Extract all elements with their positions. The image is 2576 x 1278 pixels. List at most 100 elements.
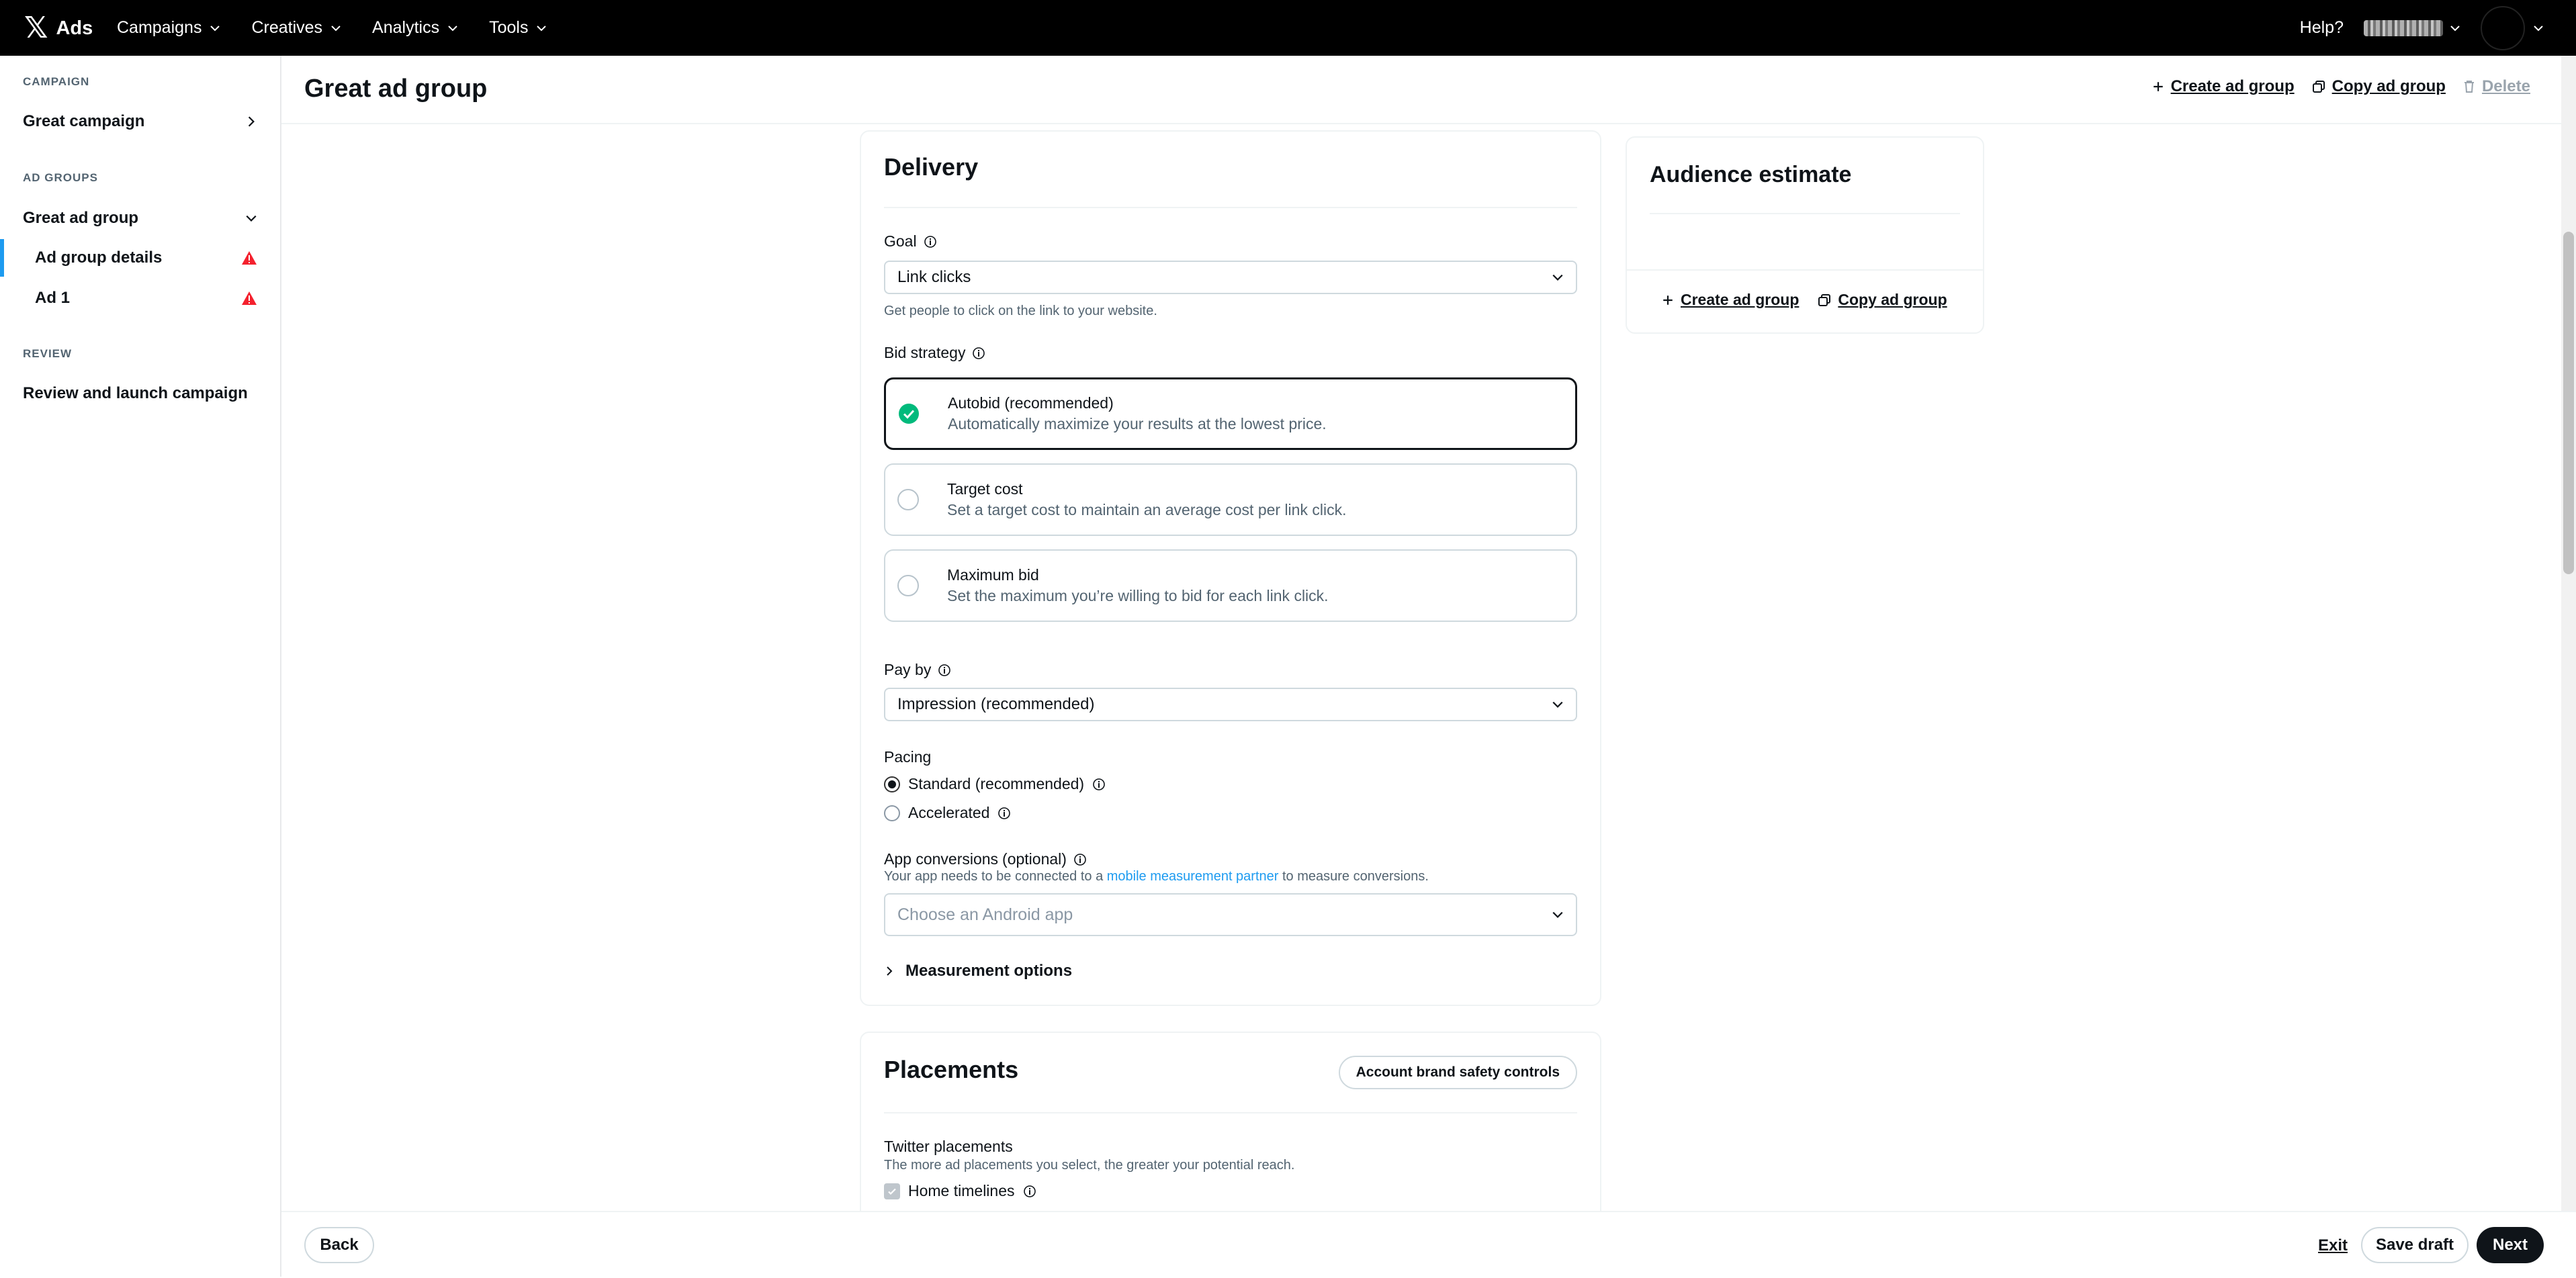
exit-link[interactable]: Exit xyxy=(2318,1236,2348,1255)
bid-option-desc: Set a target cost to maintain an average… xyxy=(947,501,1347,518)
copy-ad-group-button[interactable]: Copy ad group xyxy=(1818,291,1947,309)
goal-label-text: Goal xyxy=(884,232,917,250)
bid-strategy-label-text: Bid strategy xyxy=(884,344,966,361)
delete-label: Delete xyxy=(2481,77,2530,95)
home-timelines-checkbox[interactable]: Home timelines xyxy=(884,1182,1036,1200)
warning-icon xyxy=(242,251,257,265)
bid-option-autobid[interactable]: Autobid (recommended) Automatically maxi… xyxy=(884,377,1577,450)
info-icon[interactable] xyxy=(924,235,937,248)
pacing-label-text: Pacing xyxy=(884,748,932,766)
create-ad-group-button[interactable]: Create ad group xyxy=(1662,291,1799,309)
sidebar-item-campaign[interactable]: Great campaign xyxy=(0,103,280,140)
measurement-options-toggle[interactable]: Measurement options xyxy=(884,962,1072,980)
chevron-down-icon xyxy=(2450,25,2460,31)
account-switcher[interactable] xyxy=(2364,19,2460,36)
chevron-right-icon xyxy=(887,966,893,976)
nav-creatives[interactable]: Creatives xyxy=(251,18,341,38)
back-button[interactable]: Back xyxy=(304,1227,374,1263)
check-icon xyxy=(888,1188,896,1195)
sidebar-item-review-launch[interactable]: Review and launch campaign xyxy=(0,375,280,412)
pacing-accelerated-label: Accelerated xyxy=(908,804,990,821)
chevron-down-icon xyxy=(1552,701,1563,708)
goal-select[interactable]: Link clicks xyxy=(884,261,1577,294)
bid-option-title: Target cost xyxy=(947,480,1023,498)
divider xyxy=(884,207,1577,208)
profile-menu[interactable] xyxy=(2481,5,2544,50)
app-conversions-help-pre: Your app needs to be connected to a xyxy=(884,869,1107,884)
checkbox-checked-disabled xyxy=(884,1183,900,1199)
bid-option-text: Target cost Set a target cost to maintai… xyxy=(947,480,1346,519)
info-icon[interactable] xyxy=(972,347,985,360)
audience-estimate-card: Audience estimate Create ad group Copy a… xyxy=(1626,136,1984,334)
delete-button[interactable]: Delete xyxy=(2463,77,2530,96)
audience-actions: Create ad group Copy ad group xyxy=(1662,291,1947,309)
page-title: Great ad group xyxy=(304,75,488,103)
divider xyxy=(884,1112,1577,1113)
app-conversions-label: App conversions (optional) xyxy=(884,850,1087,868)
delivery-card: Delivery Goal Link clicks Get people to … xyxy=(860,130,1601,1006)
divider xyxy=(1627,269,1983,271)
chevron-down-icon xyxy=(1552,911,1563,918)
bid-option-desc: Set the maximum you’re willing to bid fo… xyxy=(947,587,1329,604)
nav-tools-label: Tools xyxy=(489,18,529,37)
pay-by-label-text: Pay by xyxy=(884,661,932,678)
app-conversions-help-post: to measure conversions. xyxy=(1278,869,1429,884)
chevron-down-icon xyxy=(210,25,220,31)
copy-ad-group-button[interactable]: Copy ad group xyxy=(2312,77,2446,96)
account-name-redacted xyxy=(2364,19,2443,36)
mobile-measurement-partner-link[interactable]: mobile measurement partner xyxy=(1107,869,1279,884)
sidebar-item-ad-group-details[interactable]: Ad group details xyxy=(0,239,280,277)
next-button[interactable]: Next xyxy=(2477,1227,2544,1263)
help-link[interactable]: Help? xyxy=(2300,18,2344,38)
scrollbar-thumb[interactable] xyxy=(2563,232,2574,574)
info-icon[interactable] xyxy=(1023,1185,1036,1198)
create-ad-group-button[interactable]: Create ad group xyxy=(2152,77,2295,96)
info-icon[interactable] xyxy=(1092,778,1106,791)
copy-icon xyxy=(2312,81,2325,93)
goal-help-text: Get people to click on the link to your … xyxy=(884,304,1157,318)
radio-unchecked xyxy=(884,805,900,821)
pacing-standard-radio[interactable]: Standard (recommended) xyxy=(884,775,1106,793)
goal-value: Link clicks xyxy=(897,268,971,286)
nav-right: Help? xyxy=(2300,0,2544,56)
twitter-placements-help: The more ad placements you select, the g… xyxy=(884,1158,1295,1173)
chevron-right-icon xyxy=(248,116,255,127)
save-draft-button[interactable]: Save draft xyxy=(2361,1227,2469,1263)
pay-by-value: Impression (recommended) xyxy=(897,695,1095,713)
x-logo-icon: 𝕏 xyxy=(24,11,48,44)
sidebar-item-ad-group[interactable]: Great ad group xyxy=(0,199,280,237)
twitter-placements-label: Twitter placements xyxy=(884,1138,1013,1156)
twitter-placements-label-text: Twitter placements xyxy=(884,1138,1013,1155)
app-conversions-label-text: App conversions xyxy=(884,850,999,868)
measurement-options-label: Measurement options xyxy=(905,962,1073,980)
copy-ad-group-label: Copy ad group xyxy=(1838,291,1947,308)
info-icon[interactable] xyxy=(938,664,951,677)
app-conversions-help: Your app needs to be connected to a mobi… xyxy=(884,869,1429,884)
nav-analytics[interactable]: Analytics xyxy=(372,18,458,38)
nav-tools[interactable]: Tools xyxy=(489,18,547,38)
bid-option-maximum-bid[interactable]: Maximum bid Set the maximum you’re willi… xyxy=(884,549,1577,622)
nav-campaigns[interactable]: Campaigns xyxy=(117,18,220,38)
main-menu: Campaigns Creatives Analytics Tools xyxy=(117,0,578,56)
delivery-title: Delivery xyxy=(884,153,979,181)
android-app-select[interactable]: Choose an Android app xyxy=(884,893,1577,936)
page-header: Great ad group Create ad group Copy ad g… xyxy=(281,56,2576,124)
info-icon[interactable] xyxy=(997,807,1011,820)
sidebar-item-ad-1[interactable]: Ad 1 xyxy=(0,279,280,317)
trash-icon xyxy=(2464,81,2474,93)
bid-option-text: Autobid (recommended) Automatically maxi… xyxy=(948,394,1327,433)
bid-option-target-cost[interactable]: Target cost Set a target cost to maintai… xyxy=(884,463,1577,536)
review-launch-label: Review and launch campaign xyxy=(23,384,248,402)
x-ads-logo[interactable]: 𝕏 Ads xyxy=(24,13,93,43)
audience-estimate-title: Audience estimate xyxy=(1650,162,1852,187)
account-brand-safety-button[interactable]: Account brand safety controls xyxy=(1338,1056,1577,1089)
info-icon[interactable] xyxy=(1073,853,1087,866)
create-ad-group-label: Create ad group xyxy=(2170,77,2295,95)
divider xyxy=(1650,213,1960,214)
chevron-down-icon xyxy=(1552,274,1563,281)
warning-icon xyxy=(242,291,257,305)
placements-card: Placements Account brand safety controls… xyxy=(860,1032,1601,1236)
pay-by-select[interactable]: Impression (recommended) xyxy=(884,688,1577,721)
pacing-accelerated-radio[interactable]: Accelerated xyxy=(884,804,1011,822)
pacing-label: Pacing xyxy=(884,748,931,766)
